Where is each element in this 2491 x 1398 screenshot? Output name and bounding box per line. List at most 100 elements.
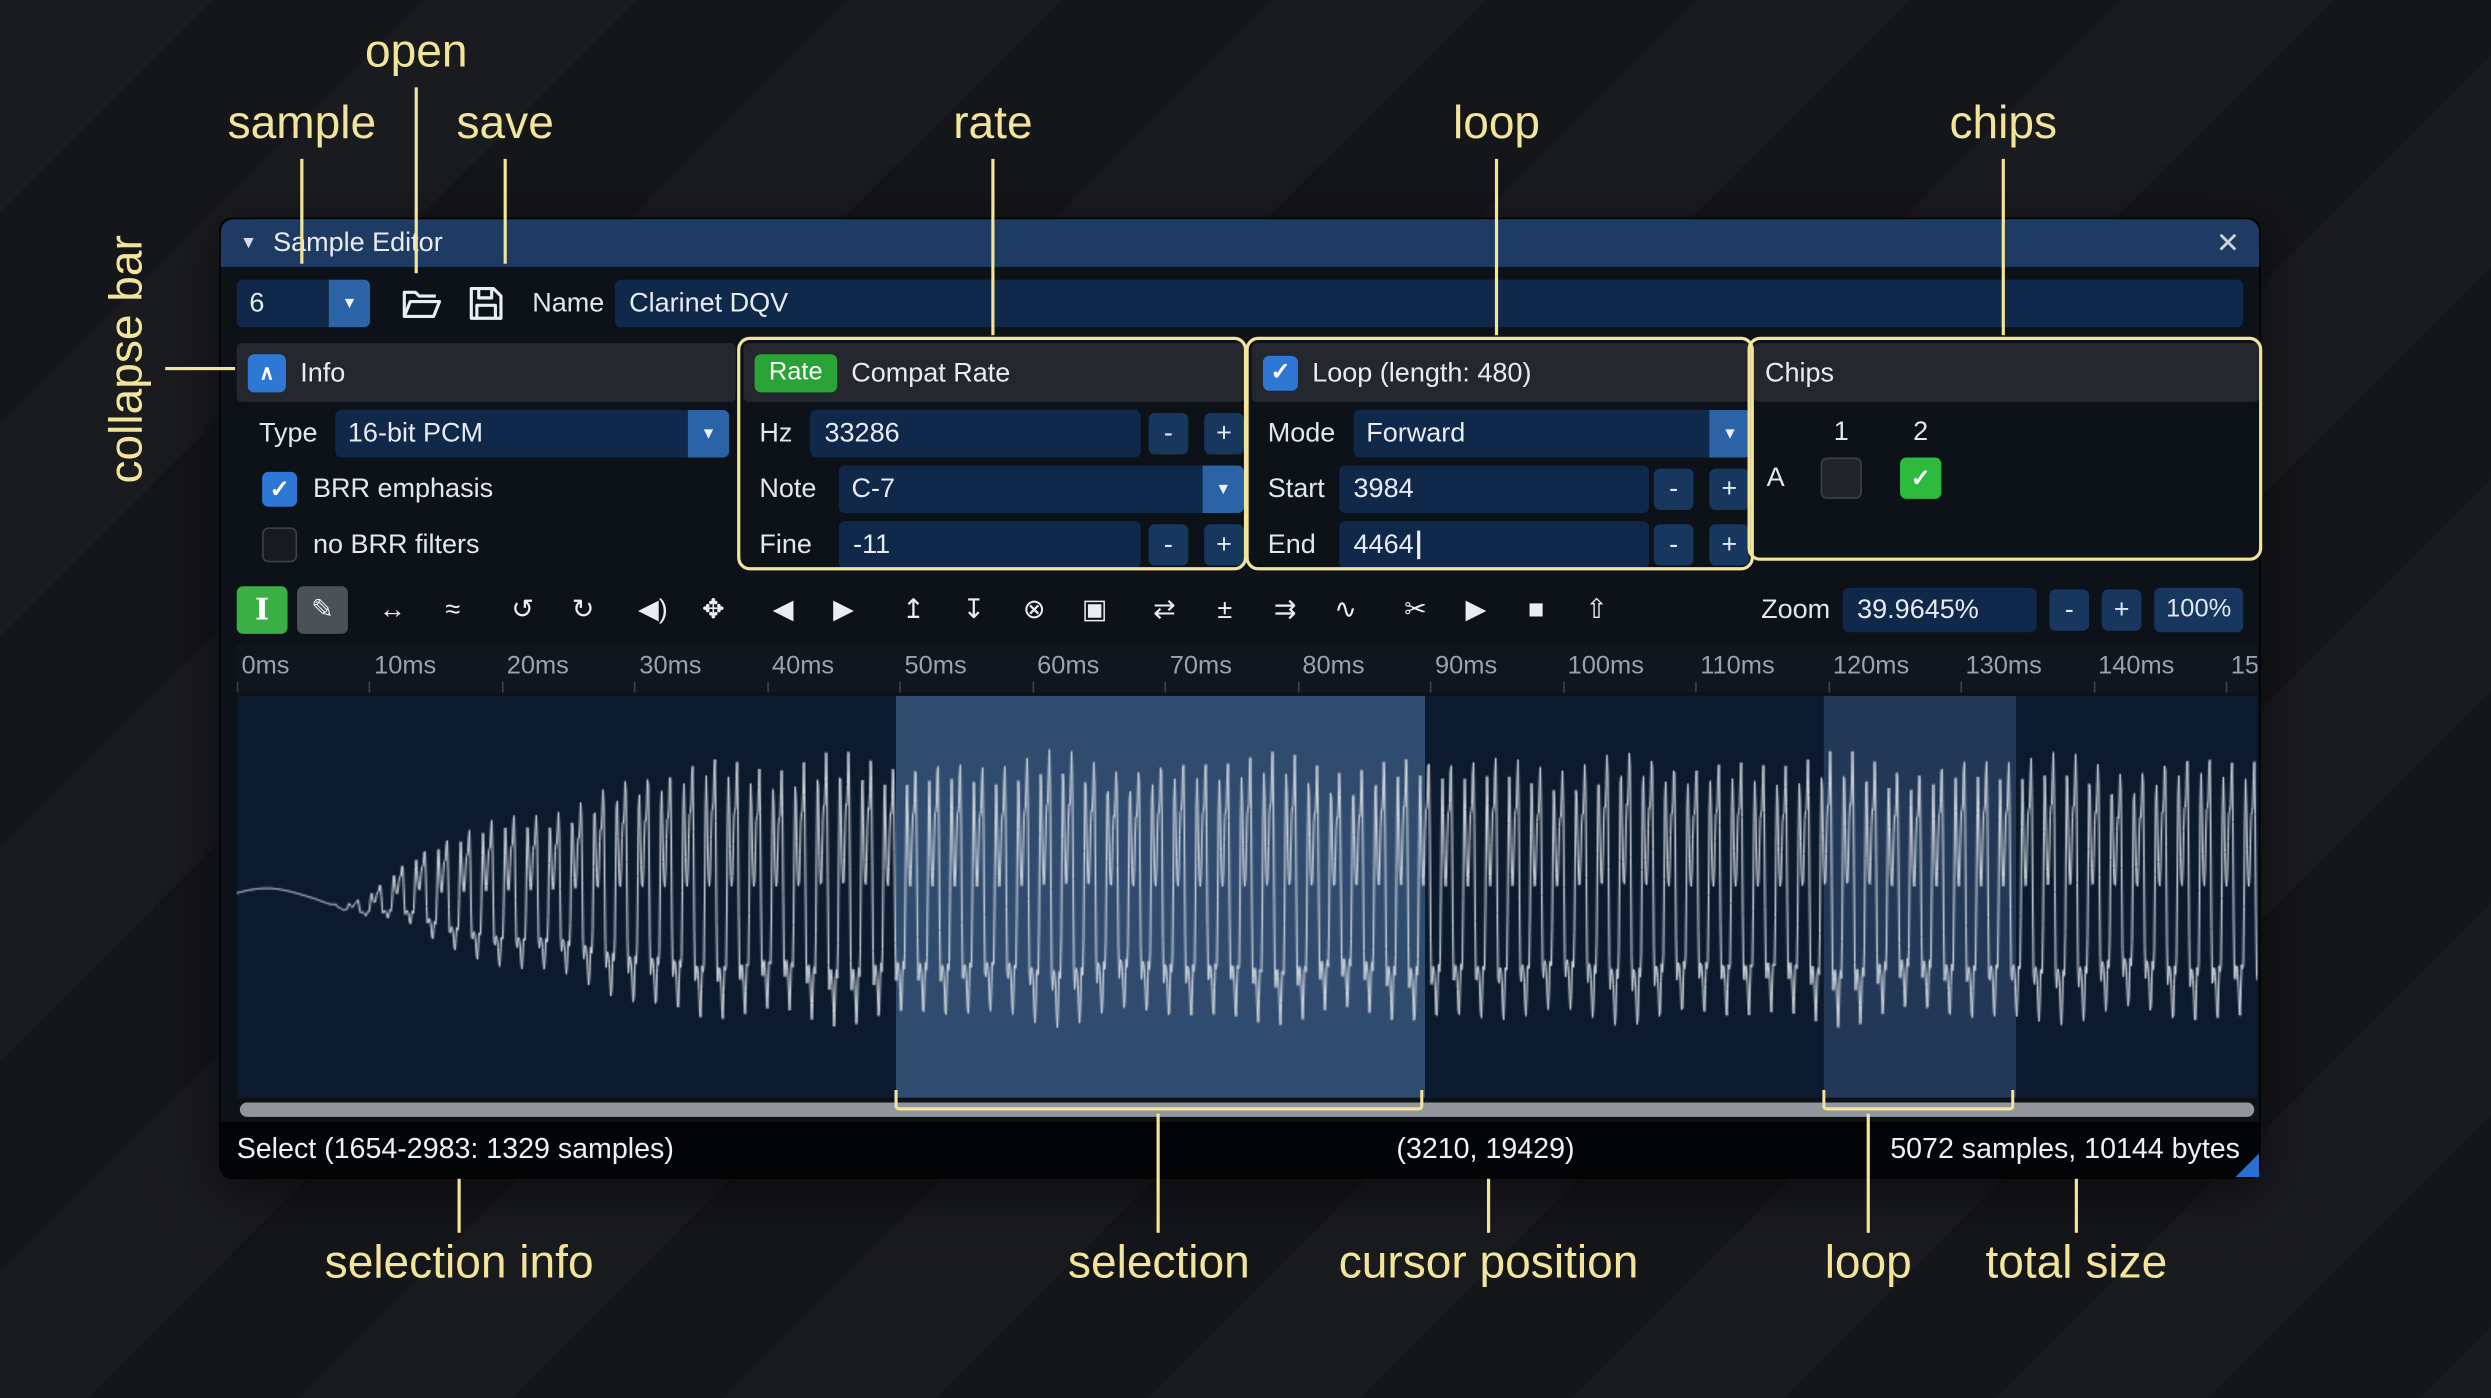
ruler-label: 90ms: [1435, 652, 1498, 680]
draw-tool-button[interactable]: ✎: [297, 586, 348, 634]
loop-end-increase-button[interactable]: +: [1709, 524, 1750, 566]
scrollbar-thumb[interactable]: [239, 1102, 2255, 1117]
open-button[interactable]: [399, 281, 443, 325]
loop-end-input[interactable]: 4464: [1339, 521, 1650, 569]
close-button[interactable]: ✕: [2216, 226, 2240, 259]
fine-increase-button[interactable]: +: [1204, 524, 1244, 566]
hz-increase-button[interactable]: +: [1204, 413, 1244, 455]
type-dropdown-arrow-icon[interactable]: ▼: [687, 409, 730, 458]
select-tool-button[interactable]: I: [236, 586, 288, 634]
sample-selector-arrow-icon[interactable]: ▼: [328, 279, 371, 328]
annotation-selection-info-label: selection info: [324, 1237, 594, 1289]
name-input[interactable]: Clarinet DQV: [614, 279, 2244, 328]
selection-info-text: Select (1654-2983: 1329 samples): [236, 1132, 674, 1165]
brr-emphasis-label: BRR emphasis: [312, 473, 494, 504]
loop-end-decrease-button[interactable]: -: [1653, 524, 1694, 566]
chip-2-checkbox[interactable]: ✓: [1900, 457, 1942, 499]
titlebar[interactable]: ▼ Sample Editor ✕: [220, 219, 2260, 267]
ruler-tick: [1562, 681, 1565, 693]
hz-input[interactable]: 33286: [810, 409, 1141, 458]
zoom-reset-button[interactable]: 100%: [2154, 587, 2244, 633]
reverse-button[interactable]: ◀: [758, 586, 809, 634]
create-instrument-button[interactable]: ⇧: [1571, 586, 1622, 634]
check-icon: ✓: [1270, 359, 1291, 387]
annotation-chips-label: chips: [1949, 98, 2058, 150]
insert-button[interactable]: ⇄: [1139, 586, 1190, 634]
fade-out-button[interactable]: ↧: [948, 586, 999, 634]
crossfade-button[interactable]: ✂: [1390, 586, 1441, 634]
redo-button[interactable]: ↻: [558, 586, 609, 634]
window-collapse-icon[interactable]: ▼: [240, 234, 257, 253]
fine-decrease-button[interactable]: -: [1148, 524, 1189, 566]
loop-start-decrease-button[interactable]: -: [1653, 468, 1694, 510]
waveform-canvas[interactable]: [236, 695, 2258, 1098]
zoom-input[interactable]: 39.9645%: [1842, 587, 2037, 633]
ruler-tick: [2093, 681, 2095, 693]
chip-row-label: A: [1766, 462, 1785, 493]
fine-input[interactable]: -11: [838, 521, 1141, 569]
chip-1-checkbox[interactable]: [1820, 457, 1862, 499]
loop-title: Loop (length: 480): [1312, 356, 1532, 387]
trim-button[interactable]: ▣: [1069, 586, 1120, 634]
note-dropdown-arrow-icon[interactable]: ▼: [1202, 465, 1244, 514]
filter-button[interactable]: ∿: [1320, 586, 1371, 634]
annotation-collapse-bar-label: collapse bar: [101, 235, 153, 484]
type-dropdown[interactable]: 16-bit PCM ▼: [335, 409, 730, 458]
resample-icon: ≈: [445, 594, 461, 625]
resize-button[interactable]: ↔: [367, 586, 418, 634]
fade-in-button[interactable]: ↥: [888, 586, 939, 634]
hz-decrease-button[interactable]: -: [1148, 413, 1189, 455]
stop-button[interactable]: ■: [1511, 586, 1562, 634]
trim-icon: ▣: [1081, 594, 1108, 625]
total-size-text: 5072 samples, 10144 bytes: [1890, 1132, 2240, 1165]
ruler-label: 0ms: [241, 652, 290, 680]
ruler-tick: [1032, 681, 1034, 693]
text-caret: [1416, 530, 1420, 560]
normalize-button[interactable]: ✥: [688, 586, 739, 634]
loop-mode-dropdown[interactable]: Forward ▼: [1353, 409, 1751, 458]
preview-button[interactable]: ▶: [1450, 586, 1501, 634]
amplify-button[interactable]: ◀): [628, 586, 679, 634]
sign-invert-icon: ±: [1217, 594, 1233, 625]
status-bar: Select (1654-2983: 1329 samples) (3210, …: [220, 1121, 2260, 1178]
rate-header: Rate Compat Rate: [743, 343, 1244, 402]
adjust-button[interactable]: ⇉: [1260, 586, 1311, 634]
ruler-tick: [1430, 681, 1432, 693]
open-folder-icon: [402, 290, 442, 318]
loop-section: ✓ Loop (length: 480) Mode Forward ▼ Star…: [1251, 343, 1751, 570]
collapse-bar-button[interactable]: ∧: [247, 353, 286, 392]
fine-label: Fine: [759, 529, 812, 560]
amplify-icon: ◀): [638, 594, 668, 625]
loop-mode-arrow-icon[interactable]: ▼: [1709, 409, 1751, 458]
filter-icon: ∿: [1334, 594, 1357, 625]
annotation-cursor-position-label: cursor position: [1338, 1237, 1639, 1289]
loop-start-increase-button[interactable]: +: [1709, 468, 1750, 510]
ruler-tick: [1165, 681, 1167, 693]
save-button[interactable]: [464, 281, 508, 325]
rate-section: Rate Compat Rate Hz 33286 - + Note C-7 ▼…: [743, 343, 1244, 570]
timeline-ruler[interactable]: 0ms 10ms 20ms 30ms 40ms 50ms 60ms 70ms 80ms 90ms 1…: [236, 644, 2258, 693]
window-title: Sample Editor: [273, 227, 443, 258]
rate-mode-button[interactable]: Rate: [754, 353, 837, 392]
loop-enable-checkbox[interactable]: ✓: [1262, 355, 1298, 391]
waveform-display: [236, 695, 2258, 1098]
horizontal-scrollbar[interactable]: [236, 1100, 2258, 1119]
type-dropdown-value: 16-bit PCM: [347, 417, 483, 448]
silence-button[interactable]: ⊗: [1009, 586, 1060, 634]
zoom-out-button[interactable]: -: [2049, 589, 2090, 631]
annotation-total-size-label: total size: [1985, 1237, 2168, 1289]
note-dropdown[interactable]: C-7 ▼: [838, 465, 1244, 514]
forward-button[interactable]: ▶: [818, 586, 869, 634]
redo-icon: ↻: [571, 594, 595, 625]
brr-emphasis-checkbox[interactable]: ✓: [262, 471, 298, 507]
undo-button[interactable]: ↺: [497, 586, 548, 634]
zoom-in-button[interactable]: +: [2101, 589, 2142, 631]
ruler-tick: [899, 681, 902, 693]
sample-selector[interactable]: 6 ▼: [236, 279, 371, 328]
sign-invert-button[interactable]: ±: [1199, 586, 1250, 634]
no-brr-filters-checkbox[interactable]: [262, 527, 298, 563]
loop-start-input[interactable]: 3984: [1339, 465, 1650, 514]
reverse-icon: ◀: [772, 594, 794, 625]
ruler-tick: [369, 681, 371, 693]
resample-button[interactable]: ≈: [427, 586, 478, 634]
